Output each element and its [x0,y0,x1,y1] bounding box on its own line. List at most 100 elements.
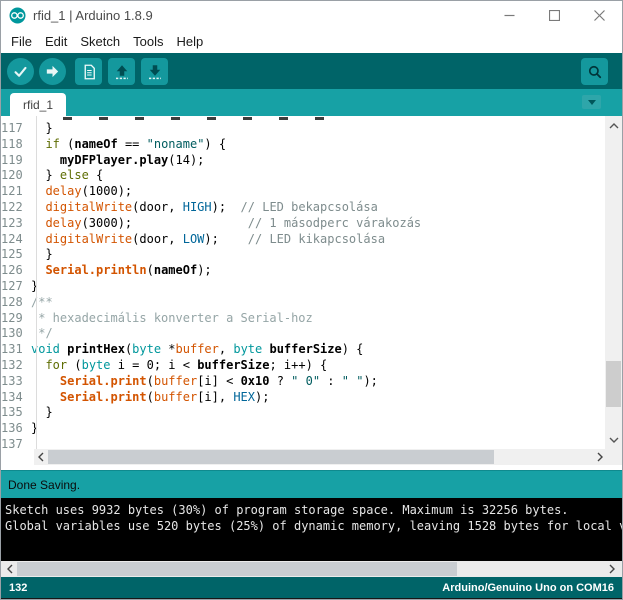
code-segment: myDFPlayer.play [60,153,168,167]
code-segment: digitalWrite [45,200,132,214]
code-segment: else [60,168,89,182]
code-segment: : [320,374,342,388]
line-number: 133 [1,374,31,390]
code-segment: ); [197,263,211,277]
menu-item-file[interactable]: File [9,32,34,51]
save-sketch-button[interactable] [141,58,168,85]
vertical-scrollbar-thumb[interactable] [606,361,621,407]
open-sketch-button[interactable] [108,58,135,85]
editor-vertical-scrollbar[interactable] [605,116,622,449]
code-text: if (nameOf == "noname") { [31,137,226,151]
gutter-separator [36,116,37,449]
chevron-left-icon [37,452,45,462]
code-segment [31,137,45,151]
minimize-button[interactable] [487,1,532,30]
code-segment: } [31,421,38,435]
code-text: } [31,405,53,419]
line-number: 122 [1,200,31,216]
scroll-left-button[interactable] [34,449,48,465]
code-segment: for [45,358,67,372]
code-line-131: 131void printHex(byte *buffer, byte buff… [1,342,622,358]
tab-rfid-1[interactable]: rfid_1 [10,93,66,116]
code-segment: ( [147,263,154,277]
arrow-down-icon [146,63,164,81]
code-line-119: 119 myDFPlayer.play(14); [1,153,622,169]
code-segment: * hexadecimális konverter a Serial-hoz [31,311,313,325]
titlebar: rfid_1 | Arduino 1.8.9 [1,1,622,30]
chevron-down-icon [588,100,596,105]
code-segment: ) { [204,137,226,151]
line-number: 126 [1,263,31,279]
code-text: * hexadecimális konverter a Serial-hoz [31,311,313,325]
line-number: 135 [1,405,31,421]
code-text: delay(3000); // 1 másodperc várakozás [31,216,421,230]
code-segment [31,184,45,198]
scroll-up-button[interactable] [605,118,622,133]
tab-menu-button[interactable] [582,95,601,109]
close-button[interactable] [577,1,622,30]
code-segment: " " [342,374,364,388]
line-number: 125 [1,247,31,263]
chevron-right-icon [608,564,616,574]
code-text: digitalWrite(door, HIGH); // LED bekapcs… [31,200,378,214]
code-segment: (door, [132,200,183,214]
line-number: 132 [1,358,31,374]
code-segment: ) { [342,342,364,356]
code-text: void printHex(byte *buffer, byte bufferS… [31,342,363,356]
window-title: rfid_1 | Arduino 1.8.9 [33,8,153,23]
console-horizontal-scrollbar[interactable] [1,561,622,577]
horizontal-scrollbar-thumb[interactable] [48,450,494,464]
code-segment: (3000); [82,216,133,230]
line-number: 119 [1,153,31,169]
scroll-left-button[interactable] [3,561,17,577]
status-message: Done Saving. [8,478,80,492]
new-sketch-button[interactable] [75,58,102,85]
verify-button[interactable] [7,58,34,85]
code-text: for (byte i = 0; i < bufferSize; i++) { [31,358,327,372]
scroll-right-button[interactable] [593,449,607,465]
code-line-127: 127} [1,279,622,295]
upload-button[interactable] [39,58,66,85]
code-segment: buffer [154,390,197,404]
code-line-117: 117 } [1,121,622,137]
magnifier-icon [586,63,604,81]
code-line-135: 135 } [1,405,622,421]
code-line-118: 118 if (nameOf == "noname") { [1,137,622,153]
code-segment: byte [132,342,161,356]
line-number: 124 [1,232,31,248]
code-text: Serial.println(nameOf); [31,263,212,277]
menu-item-edit[interactable]: Edit [43,32,69,51]
code-segment: // LED kikapcsolása [248,232,385,246]
menu-item-tools[interactable]: Tools [131,32,165,51]
code-text: delay(1000); [31,184,132,198]
code-segment: ); [212,200,241,214]
code-segment: HIGH [183,200,212,214]
code-text: /** [31,295,53,309]
code-text: digitalWrite(door, LOW); // LED kikapcso… [31,232,385,246]
menu-item-sketch[interactable]: Sketch [78,32,122,51]
line-status-bar: 132 Arduino/Genuino Uno on COM16 [1,577,622,598]
code-segment: i = 0; i < [111,358,198,372]
console-output: Sketch uses 9932 bytes (30%) of program … [1,498,622,561]
scroll-right-button[interactable] [605,561,619,577]
code-line-124: 124 digitalWrite(door, LOW); // LED kika… [1,232,622,248]
code-segment: ); [363,374,377,388]
code-segment: printHex [67,342,125,356]
code-segment: , [219,342,233,356]
maximize-icon [549,10,560,21]
menu-item-help[interactable]: Help [174,32,205,51]
code-text: } [31,121,53,135]
chevron-down-icon [609,436,619,444]
serial-monitor-button[interactable] [581,58,608,85]
code-editor[interactable]: 117 }118 if (nameOf == "noname") {119 my… [1,116,622,449]
editor-horizontal-scrollbar[interactable] [1,449,622,465]
code-segment [31,263,45,277]
arrow-right-icon [44,63,61,80]
scroll-down-button[interactable] [605,432,622,447]
console-line: Sketch uses 9932 bytes (30%) of program … [5,503,622,519]
code-segment [31,200,45,214]
code-segment [132,216,248,230]
code-segment: } [31,279,38,293]
maximize-button[interactable] [532,1,577,30]
horizontal-scrollbar-thumb[interactable] [17,562,457,576]
